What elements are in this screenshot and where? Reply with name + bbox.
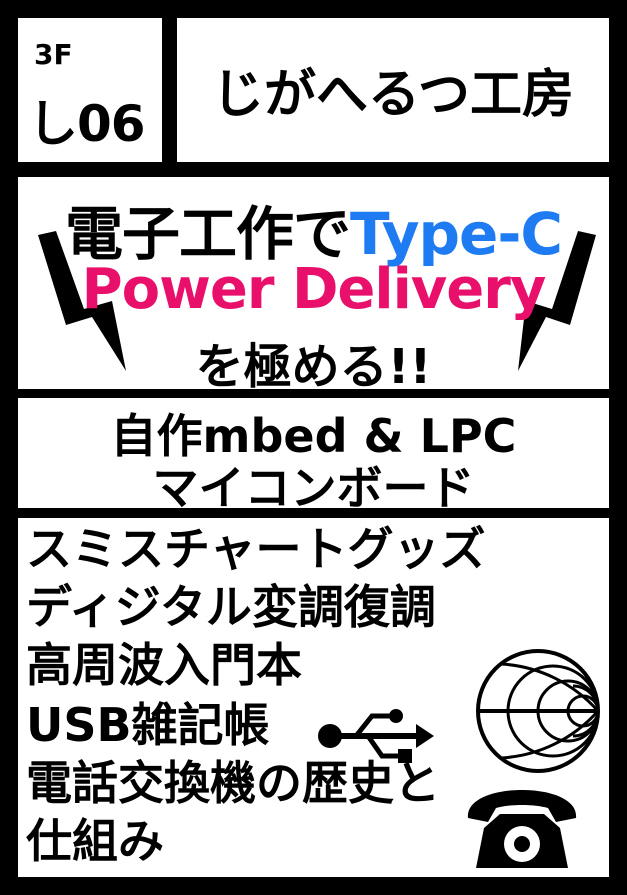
power-delivery-text: Power Delivery xyxy=(81,257,547,322)
book-item: ディジタル変調復調 xyxy=(26,580,436,634)
booth-panel: 3F し06 xyxy=(18,18,162,162)
booth-number: し06 xyxy=(28,95,146,153)
headline-panel: 電子工作でType-C Power Delivery を極める!! xyxy=(18,177,609,395)
board-line-2: マイコンボード xyxy=(152,461,475,515)
headline-line-3: を極める!! xyxy=(195,339,432,395)
book-item: 電話交換機の歴史と xyxy=(26,756,440,810)
booth-floor: 3F xyxy=(34,38,73,71)
books-panel: スミスチャートグッズ ディジタル変調復調 高周波入門本 USB雑記帳 電話交換機… xyxy=(18,518,609,877)
book-item: スミスチャートグッズ xyxy=(26,522,486,576)
circle-name-panel: じがへるつ工房 xyxy=(177,18,609,162)
board-panel: 自作mbed & LPC マイコンボード xyxy=(18,398,609,515)
usb-icon xyxy=(318,709,434,763)
book-item: USB雑記帳 xyxy=(26,698,270,752)
telephone-icon xyxy=(467,790,577,868)
book-item: 高周波入門本 xyxy=(26,638,302,692)
circle-name: じがへるつ工房 xyxy=(212,65,574,125)
book-item: 仕組み xyxy=(26,814,164,868)
smith-chart-icon xyxy=(476,649,600,773)
